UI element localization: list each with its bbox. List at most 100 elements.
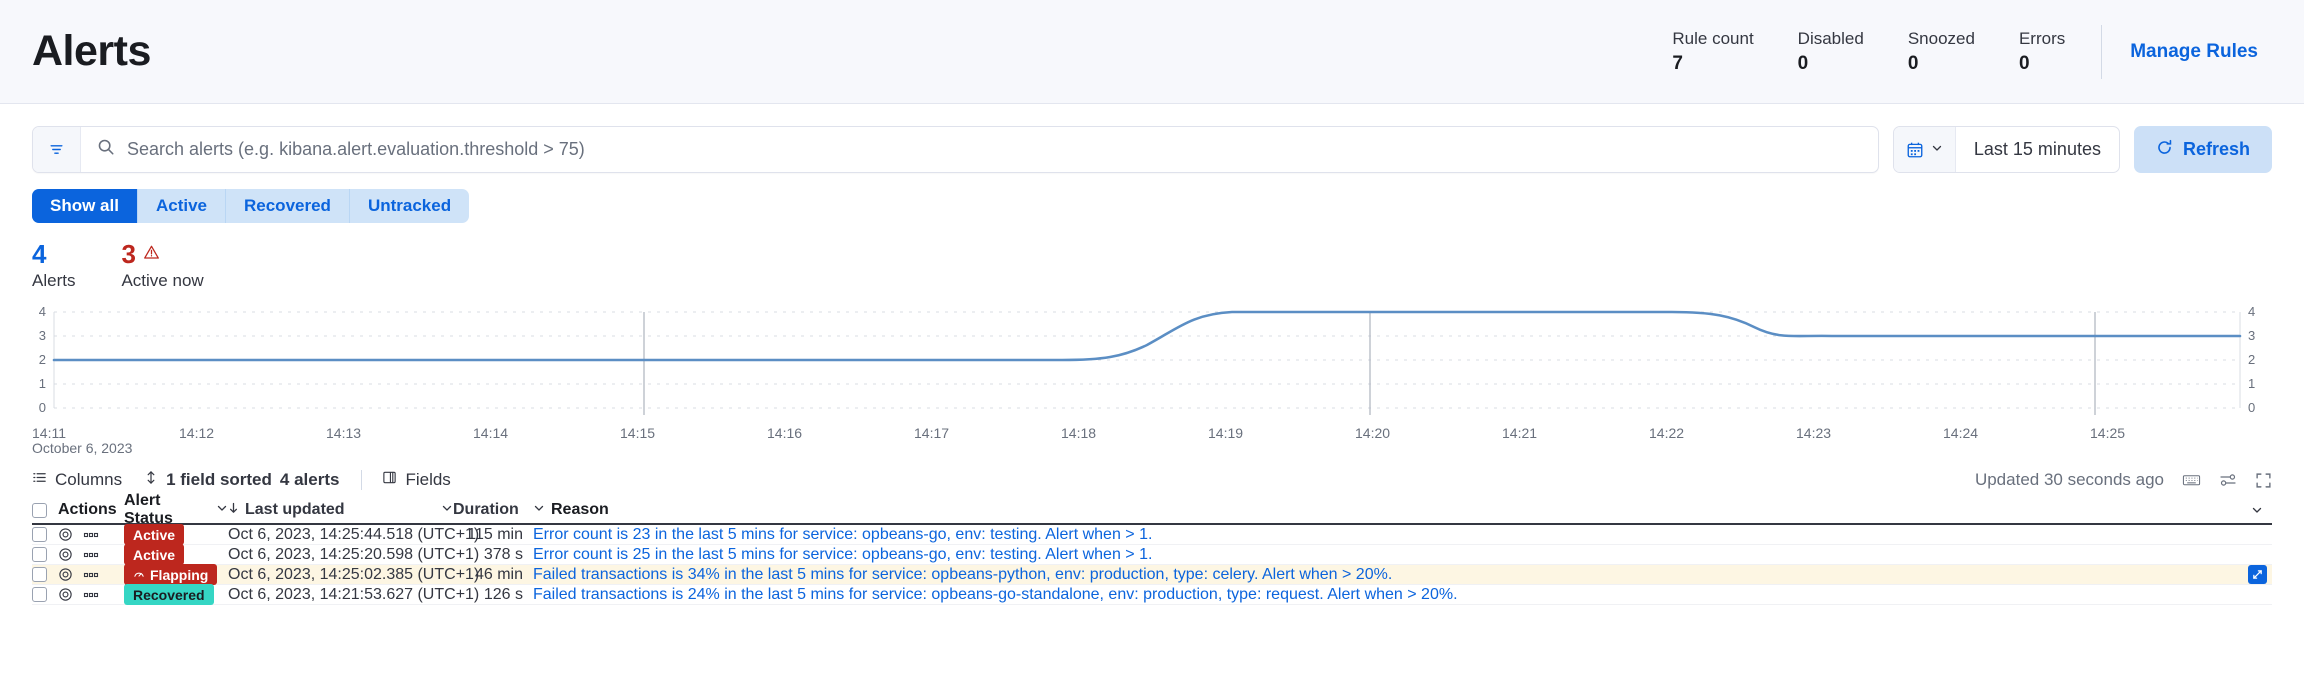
table-row[interactable]: Recovered Oct 6, 2023, 14:21:53.627 (UTC… — [32, 585, 2272, 605]
row-reason[interactable]: Error count is 23 in the last 5 mins for… — [533, 526, 2242, 544]
row-last-updated: Oct 6, 2023, 14:25:02.385 (UTC+1) — [228, 566, 453, 584]
row-reason[interactable]: Failed transactions is 34% in the last 5… — [533, 566, 2242, 584]
row-checkbox-cell — [32, 587, 58, 602]
chevron-down-icon — [533, 501, 545, 519]
more-actions-icon[interactable] — [83, 532, 99, 538]
select-all-checkbox-cell — [32, 503, 58, 518]
columns-icon — [32, 470, 47, 490]
header-expand[interactable] — [2242, 504, 2272, 516]
table-row[interactable]: Active Oct 6, 2023, 14:25:20.598 (UTC+1)… — [32, 545, 2272, 565]
stat-value: 7 — [1672, 51, 1683, 77]
x-tick: 14:23 — [1796, 425, 1831, 441]
page-title: Alerts — [32, 27, 151, 76]
stat-errors: Errors 0 — [1997, 26, 2087, 77]
row-checkbox-cell — [32, 527, 58, 542]
tab-active[interactable]: Active — [138, 189, 226, 223]
row-checkbox-cell — [32, 567, 58, 582]
more-actions-icon[interactable] — [83, 552, 99, 558]
chart-svg: 4 3 2 1 0 4 3 2 1 0 — [32, 305, 2272, 423]
keyboard-icon[interactable] — [2182, 472, 2201, 488]
tab-show-all[interactable]: Show all — [32, 189, 138, 223]
chart-line-series — [54, 312, 2240, 360]
fullscreen-icon[interactable] — [2255, 472, 2272, 489]
alerts-count-label: 4 alerts — [280, 470, 340, 490]
date-range-label[interactable]: Last 15 minutes — [1956, 127, 2119, 172]
header-reason[interactable]: Reason — [533, 501, 2242, 519]
x-tick: 14:16 — [767, 425, 802, 441]
sort-icon — [144, 470, 158, 490]
row-checkbox[interactable] — [32, 587, 47, 602]
stat-snoozed: Snoozed 0 — [1886, 26, 1997, 77]
sorted-label: 1 field sorted — [166, 470, 272, 490]
chart-y-axis-right: 4 3 2 1 0 — [2248, 305, 2255, 415]
refresh-button[interactable]: Refresh — [2134, 126, 2272, 173]
row-duration: 46 min — [453, 566, 533, 584]
row-actions — [58, 547, 124, 562]
more-actions-icon[interactable] — [83, 572, 99, 578]
chevron-down-icon — [216, 501, 228, 519]
row-reason[interactable]: Error count is 25 in the last 5 mins for… — [533, 546, 2242, 564]
count-value: 4 — [32, 241, 46, 268]
search-field[interactable] — [81, 127, 1878, 172]
row-reason[interactable]: Failed transactions is 24% in the last 5… — [533, 586, 2242, 604]
columns-button[interactable]: Columns — [32, 470, 144, 490]
status-badge: Active — [124, 544, 184, 565]
view-alert-icon[interactable] — [58, 527, 73, 542]
display-options-icon[interactable] — [2219, 472, 2237, 488]
status-badge: Active — [124, 524, 184, 545]
manage-rules-link[interactable]: Manage Rules — [2116, 41, 2272, 63]
alert-counts: 4 Alerts 3 Active now — [32, 241, 2272, 291]
header-duration[interactable]: Duration — [453, 501, 533, 519]
row-actions — [58, 527, 124, 542]
table-header-row: Actions Alert Status Last updated Durati… — [32, 497, 2272, 525]
header-last-updated[interactable]: Last updated — [228, 501, 453, 519]
alerts-table: Actions Alert Status Last updated Durati… — [32, 497, 2272, 605]
x-tick: 14:12 — [179, 425, 214, 441]
header-alert-status[interactable]: Alert Status — [124, 492, 228, 528]
x-tick: 14:11 — [32, 425, 66, 441]
row-checkbox[interactable] — [32, 547, 47, 562]
search-input[interactable] — [127, 139, 1862, 160]
count-label: Active now — [121, 271, 203, 291]
count-value: 3 — [121, 241, 135, 268]
row-duration: 378 s — [453, 546, 533, 564]
date-picker: Last 15 minutes — [1893, 126, 2120, 173]
more-actions-icon[interactable] — [83, 592, 99, 598]
select-all-checkbox[interactable] — [32, 503, 47, 518]
sort-button[interactable]: 1 field sorted 4 alerts — [144, 470, 361, 490]
row-checkbox-cell — [32, 547, 58, 562]
view-alert-icon[interactable] — [58, 547, 73, 562]
filter-icon[interactable] — [33, 127, 81, 172]
view-alert-icon[interactable] — [58, 567, 73, 582]
x-tick: 14:17 — [914, 425, 949, 441]
chart-x-axis: 14:11 14:12 14:13 14:14 14:15 14:16 14:1… — [32, 425, 2272, 455]
fields-button[interactable]: Fields — [382, 470, 472, 490]
chart-y-axis-left: 4 3 2 1 0 — [39, 305, 46, 415]
count-top: 3 — [121, 241, 203, 268]
stat-value: 0 — [2019, 51, 2030, 77]
x-tick: 14:19 — [1208, 425, 1243, 441]
fields-label: Fields — [405, 470, 450, 490]
table-row[interactable]: Flapping Oct 6, 2023, 14:25:02.385 (UTC+… — [32, 565, 2272, 585]
svg-text:3: 3 — [39, 328, 46, 343]
stat-label: Disabled — [1798, 26, 1864, 52]
row-actions — [58, 587, 124, 602]
status-badge-label: Flapping — [150, 567, 208, 583]
grid-toolbar-right: Updated 30 seconds ago — [1975, 470, 2272, 490]
table-row[interactable]: Active Oct 6, 2023, 14:25:44.518 (UTC+1)… — [32, 525, 2272, 545]
stat-rule-count: Rule count 7 — [1650, 26, 1775, 77]
expand-row-icon[interactable] — [2248, 565, 2267, 584]
stat-label: Rule count — [1672, 26, 1753, 52]
svg-text:2: 2 — [2248, 352, 2255, 367]
view-alert-icon[interactable] — [58, 587, 73, 602]
grid-toolbar: Columns 1 field sorted 4 alerts Fields U… — [32, 463, 2272, 497]
svg-text:0: 0 — [2248, 400, 2255, 415]
calendar-icon[interactable] — [1894, 127, 1956, 172]
row-checkbox[interactable] — [32, 567, 47, 582]
svg-text:4: 4 — [2248, 305, 2255, 319]
row-checkbox[interactable] — [32, 527, 47, 542]
row-last-updated: Oct 6, 2023, 14:25:20.598 (UTC+1) — [228, 546, 453, 564]
tab-recovered[interactable]: Recovered — [226, 189, 350, 223]
count-active-now: 3 Active now — [121, 241, 203, 291]
tab-untracked[interactable]: Untracked — [350, 189, 469, 223]
